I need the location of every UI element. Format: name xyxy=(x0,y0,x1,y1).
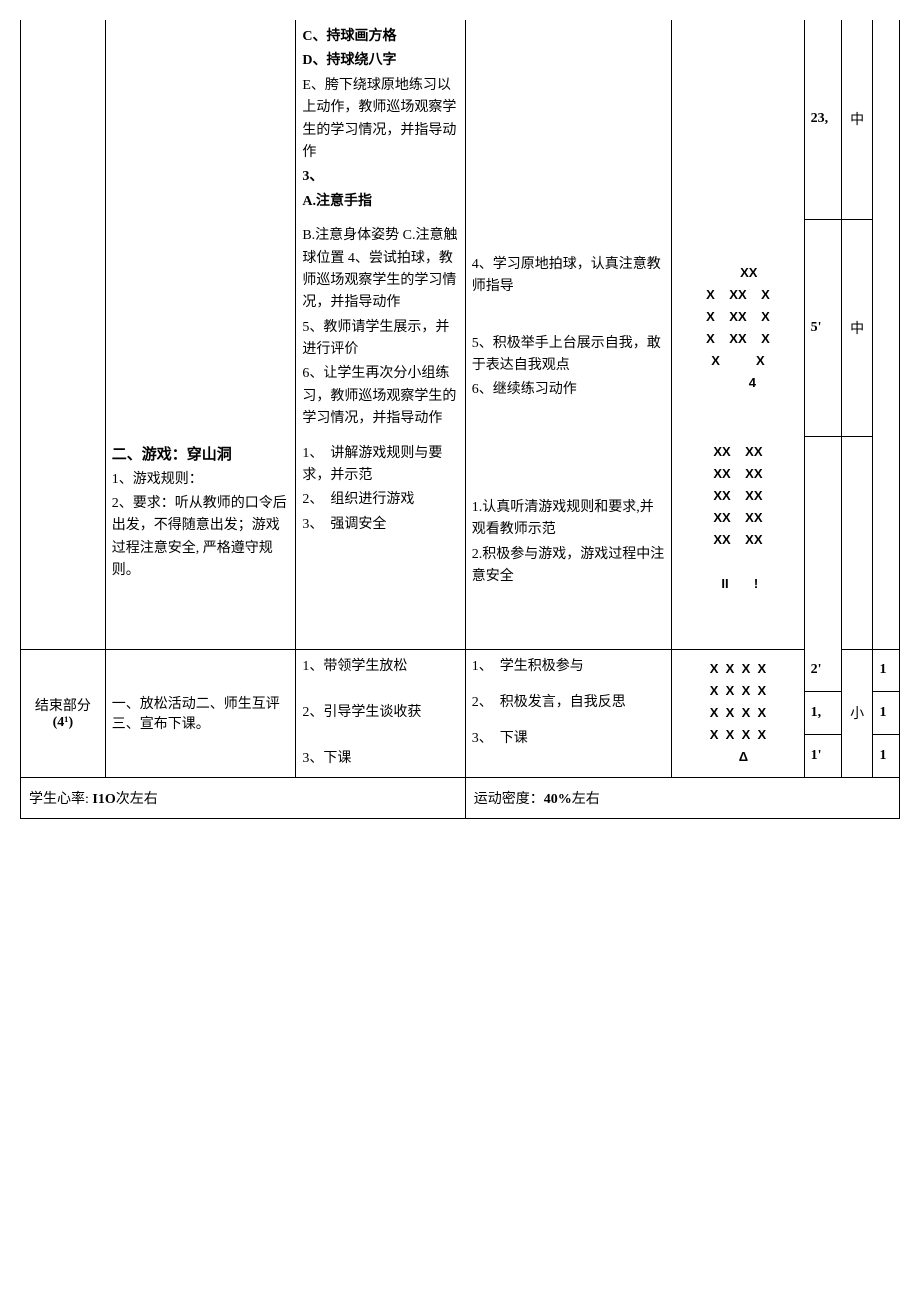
time-cell: 5' xyxy=(804,219,841,437)
student-text: 2.积极参与游戏，游戏过程中注意安全 xyxy=(472,544,666,589)
hr-label: 学生心率: xyxy=(29,792,92,807)
density-cell: 运动密度：40%左右 xyxy=(465,777,899,818)
intensity-cell: 中 xyxy=(841,20,873,219)
teacher-text: 6、让学生再次分小组练习，教师巡场观察学生的学习情况，并指导动作 xyxy=(302,363,458,430)
student-text: 3、 下课 xyxy=(472,728,666,750)
student-text: 1.认真听清游戏规则和要求,并观看教师示范 xyxy=(472,497,666,542)
teacher-text: 2、引导学生谈收获 xyxy=(302,702,458,724)
count-cell: 1 xyxy=(873,735,900,778)
game-title: 二、游戏：穿山洞 xyxy=(112,443,290,467)
diagram-col: X X X X X X X X X X X X X X X X Δ xyxy=(672,649,804,777)
intensity-cell: 小 xyxy=(841,649,873,777)
formation-diagram-3: X X X X X X X X X X X X X X X X Δ xyxy=(678,658,797,768)
game-rule: 1、游戏规则： xyxy=(112,469,290,491)
hr-value: I1O xyxy=(92,792,115,807)
section-col: 结束部分 (4¹) xyxy=(21,649,106,777)
count-cell xyxy=(873,20,900,219)
teacher-col: B.注意身体姿势 C.注意触球位置 4、尝试拍球，教师巡场观察学生的学习情况，并… xyxy=(296,219,465,437)
label-a: A.注意手指 xyxy=(302,194,372,209)
teacher-text: 3、下课 xyxy=(302,748,458,770)
teacher-col: 1、带领学生放松 2、引导学生谈收获 3、下课 xyxy=(296,649,465,777)
table-row: C、持球画方格 D、持球绕八字 E、胯下绕球原地练习以上动作，教师巡场观察学生的… xyxy=(21,20,900,219)
time-cell: 23, xyxy=(804,20,841,219)
section-col xyxy=(21,437,106,649)
formation-diagram-2: XX XX XX XX XX XX XX XX XX XX II ! xyxy=(678,441,797,596)
density-label: 运动密度： xyxy=(474,792,544,807)
time-cell: 1, xyxy=(804,692,841,735)
teacher-text: 5、教师请学生展示，并进行评价 xyxy=(302,317,458,362)
time-cell: 2' xyxy=(804,649,841,692)
game-req: 2、要求：听从教师的口令后出发，不得随意出发；游戏过程注意安全, 严格遵守规则。 xyxy=(112,493,290,583)
time-cell xyxy=(804,437,841,649)
table-row: 二、游戏：穿山洞 1、游戏规则： 2、要求：听从教师的口令后出发，不得随意出发；… xyxy=(21,437,900,649)
formation-diagram-1: XX X XX X X XX X X XX X X X 4 xyxy=(678,262,797,395)
section-title: 结束部分 xyxy=(27,695,99,715)
intensity-cell xyxy=(841,437,873,649)
student-text: 6、继续练习动作 xyxy=(472,379,666,401)
hr-suffix: 次左右 xyxy=(116,792,158,807)
teacher-text: 1、带领学生放松 xyxy=(302,656,458,678)
density-suffix: 左右 xyxy=(572,792,600,807)
table-row: B.注意身体姿势 C.注意触球位置 4、尝试拍球，教师巡场观察学生的学习情况，并… xyxy=(21,219,900,437)
section-time: (4¹) xyxy=(27,715,99,731)
intensity-cell: 中 xyxy=(841,219,873,437)
student-col xyxy=(465,20,672,219)
label-c: C、持球画方格 xyxy=(302,29,396,44)
student-col: 1、 学生积极参与 2、 积极发言，自我反思 3、 下课 xyxy=(465,649,672,777)
content-col xyxy=(105,20,296,219)
time-cell: 1' xyxy=(804,735,841,778)
content-col xyxy=(105,219,296,437)
table-row: 学生心率: I1O次左右 运动密度：40%左右 xyxy=(21,777,900,818)
teacher-text: B.注意身体姿势 C.注意触球位置 4、尝试拍球，教师巡场观察学生的学习情况，并… xyxy=(302,225,458,315)
diagram-col: XX XX XX XX XX XX XX XX XX XX II ! xyxy=(672,437,804,649)
content-col: 一、放松活动二、师生互评三、宣布下课。 xyxy=(105,649,296,777)
content-col: 二、游戏：穿山洞 1、游戏规则： 2、要求：听从教师的口令后出发，不得随意出发；… xyxy=(105,437,296,649)
heart-rate-cell: 学生心率: I1O次左右 xyxy=(21,777,466,818)
lesson-plan-table: C、持球画方格 D、持球绕八字 E、胯下绕球原地练习以上动作，教师巡场观察学生的… xyxy=(20,20,900,819)
count-cell: 1 xyxy=(873,692,900,735)
teacher-text: 2、 组织进行游戏 xyxy=(302,489,458,511)
diagram-col: XX X XX X X XX X X XX X X X 4 xyxy=(672,219,804,437)
label-3: 3、 xyxy=(302,166,458,188)
student-col: 1.认真听清游戏规则和要求,并观看教师示范 2.积极参与游戏，游戏过程中注意安全 xyxy=(465,437,672,649)
count-cell: 1 xyxy=(873,649,900,692)
count-cell xyxy=(873,219,900,437)
table-row: 结束部分 (4¹) 一、放松活动二、师生互评三、宣布下课。 1、带领学生放松 2… xyxy=(21,649,900,692)
density-value: 40% xyxy=(544,792,572,807)
student-col: 4、学习原地拍球，认真注意教师指导 5、积极举手上台展示自我，敢于表达自我观点 … xyxy=(465,219,672,437)
student-text: 1、 学生积极参与 xyxy=(472,656,666,678)
teacher-col: 1、 讲解游戏规则与要求，并示范 2、 组织进行游戏 3、 强调安全 xyxy=(296,437,465,649)
teacher-text: 3、 强调安全 xyxy=(302,514,458,536)
teacher-text: 1、 讲解游戏规则与要求，并示范 xyxy=(302,443,458,488)
section-col xyxy=(21,219,106,437)
label-d: D、持球绕八字 xyxy=(302,53,396,68)
count-cell xyxy=(873,437,900,649)
teacher-col: C、持球画方格 D、持球绕八字 E、胯下绕球原地练习以上动作，教师巡场观察学生的… xyxy=(296,20,465,219)
diagram-col xyxy=(672,20,804,219)
label-e: E、胯下绕球原地练习以上动作，教师巡场观察学生的学习情况，并指导动作 xyxy=(302,78,456,160)
section-col xyxy=(21,20,106,219)
student-text: 4、学习原地拍球，认真注意教师指导 xyxy=(472,254,666,299)
student-text: 5、积极举手上台展示自我，敢于表达自我观点 xyxy=(472,333,666,378)
student-text: 2、 积极发言，自我反思 xyxy=(472,692,666,714)
